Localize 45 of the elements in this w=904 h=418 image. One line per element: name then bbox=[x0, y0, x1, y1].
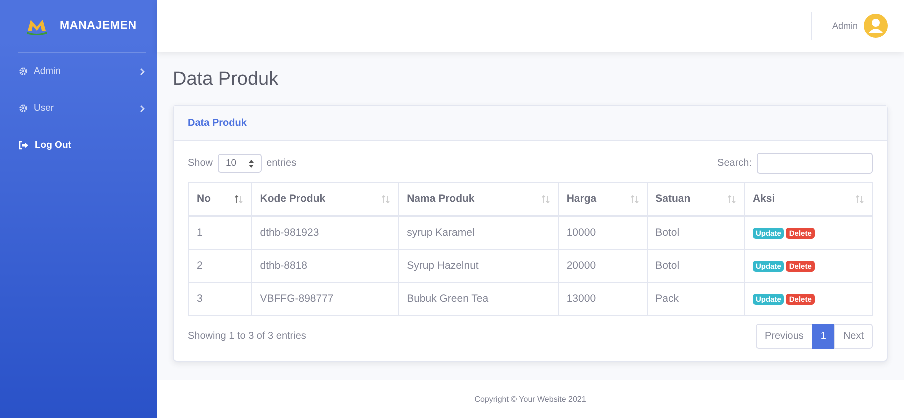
logout-icon bbox=[19, 141, 29, 150]
column-header[interactable]: Nama Produk bbox=[398, 182, 558, 216]
table-cell: 2 bbox=[188, 250, 252, 282]
select-arrows-icon bbox=[248, 160, 254, 168]
pagination-button[interactable]: Previous bbox=[756, 324, 813, 349]
search-field[interactable] bbox=[757, 153, 873, 174]
show-label: Show bbox=[188, 158, 214, 169]
table-cell: Botol bbox=[647, 250, 744, 282]
table-cell: Syrup Hazelnut bbox=[398, 250, 558, 282]
pagination-button[interactable]: Next bbox=[834, 324, 873, 349]
user-name[interactable]: Admin bbox=[832, 21, 858, 31]
table-cell: Botol bbox=[647, 216, 744, 250]
search-label: Search: bbox=[718, 158, 752, 169]
entries-info: Showing 1 to 3 of 3 entries bbox=[188, 331, 306, 342]
gear-icon bbox=[19, 104, 28, 113]
table-cell: 1 bbox=[188, 216, 252, 250]
table-cell: 20000 bbox=[558, 250, 648, 282]
table-cell: 10000 bbox=[558, 216, 648, 250]
column-header[interactable]: Satuan bbox=[647, 182, 744, 216]
pagination-button[interactable]: 1 bbox=[812, 324, 836, 349]
column-header[interactable]: Kode Produk bbox=[252, 182, 399, 216]
table-cell: dthb-8818 bbox=[252, 250, 399, 282]
column-header[interactable]: No bbox=[188, 182, 252, 216]
table-cell: VBFFG-898777 bbox=[252, 282, 399, 316]
sidebar-item[interactable]: Admin bbox=[0, 53, 157, 90]
chevron-right-icon bbox=[140, 104, 145, 112]
table-cell: 13000 bbox=[558, 282, 648, 316]
table-cell: syrup Karamel bbox=[398, 216, 558, 250]
avatar-icon[interactable] bbox=[864, 14, 888, 38]
table-cell: dthb-981923 bbox=[252, 216, 399, 250]
card-title: Data Produk bbox=[188, 118, 247, 128]
table-cell: 3 bbox=[188, 282, 252, 316]
entries-select[interactable]: 10 bbox=[218, 154, 262, 173]
footer-text: Copyright © Your Website 2021 bbox=[474, 394, 586, 404]
table-cell: Pack bbox=[647, 282, 744, 316]
column-header[interactable]: Harga bbox=[558, 182, 648, 216]
entries-label: entries bbox=[266, 158, 297, 169]
sidebar-item[interactable]: User bbox=[0, 90, 157, 127]
column-header[interactable]: Aksi bbox=[744, 182, 872, 216]
sidebar-item[interactable]: Log Out bbox=[0, 127, 157, 164]
page-title: Data Produk bbox=[173, 69, 280, 91]
chevron-right-icon bbox=[140, 68, 145, 76]
brand-name: MANAJEMEN bbox=[60, 20, 137, 32]
gear-icon bbox=[19, 67, 28, 76]
table-cell: Bubuk Green Tea bbox=[398, 282, 558, 316]
